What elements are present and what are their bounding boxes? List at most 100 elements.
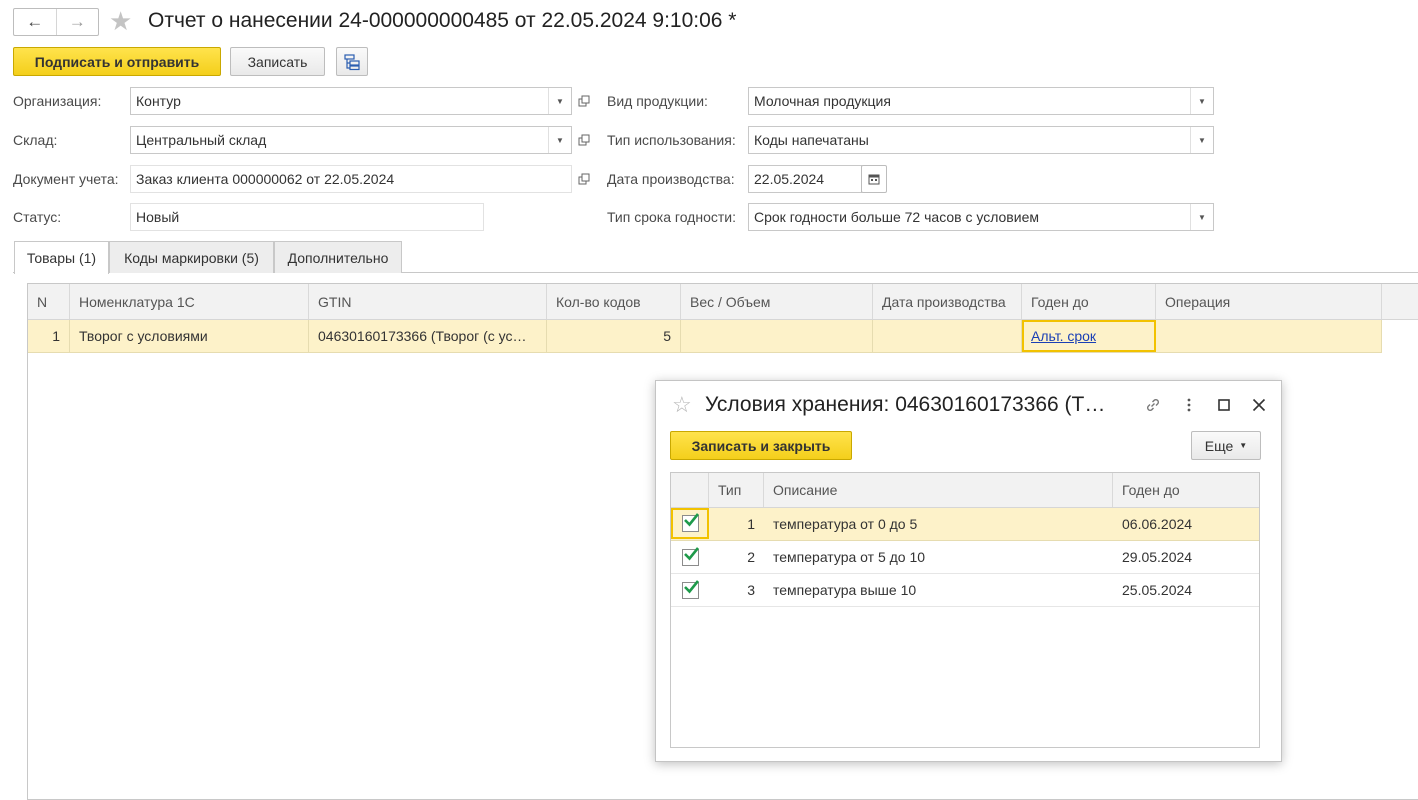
column-header-weight-volume[interactable]: Вес / Объем xyxy=(681,284,873,319)
column-header-codes-count[interactable]: Кол-во кодов xyxy=(547,284,681,319)
chevron-down-icon[interactable]: ▼ xyxy=(1190,127,1213,153)
product-type-value: Молочная продукция xyxy=(754,93,891,109)
maximize-icon[interactable] xyxy=(1213,394,1235,416)
more-button[interactable]: Еще ▼ xyxy=(1191,431,1261,460)
shelf-life-type-field[interactable]: Срок годности больше 72 часов с условием… xyxy=(748,203,1214,231)
chevron-down-icon: ▼ xyxy=(1239,441,1248,450)
open-window-icon xyxy=(578,134,590,146)
column-header-expiry[interactable]: Годен до xyxy=(1022,284,1156,319)
row-expiry-cell[interactable]: Альт. срок xyxy=(1022,320,1156,352)
row-expiry: 06.06.2024 xyxy=(1122,516,1193,532)
chevron-down-icon[interactable]: ▼ xyxy=(548,127,571,153)
tab-marking-codes[interactable]: Коды маркировки (5) xyxy=(109,241,274,273)
table-row[interactable]: 1 температура от 0 до 5 06.06.2024 xyxy=(671,508,1259,541)
favorite-star-icon[interactable]: ★ xyxy=(109,8,132,34)
table-row[interactable]: 3 температура выше 10 25.05.2024 xyxy=(671,574,1259,607)
row-check-cell[interactable] xyxy=(671,541,709,573)
nav-buttons: ← → xyxy=(13,8,99,36)
calendar-button[interactable] xyxy=(861,165,887,193)
chevron-down-icon[interactable]: ▼ xyxy=(1190,88,1213,114)
forward-button[interactable]: → xyxy=(55,9,99,35)
chevron-down-icon[interactable]: ▼ xyxy=(1190,204,1213,230)
column-header-expiry[interactable]: Годен до xyxy=(1113,473,1261,507)
row-type: 1 xyxy=(747,516,755,532)
save-and-close-button[interactable]: Записать и закрыть xyxy=(670,431,852,460)
warehouse-field[interactable]: Центральный склад ▼ xyxy=(130,126,572,154)
save-button[interactable]: Записать xyxy=(230,47,325,76)
storage-conditions-dialog: ☆ Условия хранения: 04630160173366 (Т… З… xyxy=(655,380,1282,762)
table-row[interactable]: 2 температура от 5 до 10 29.05.2024 xyxy=(671,541,1259,574)
organization-value: Контур xyxy=(136,93,181,109)
chevron-down-icon[interactable]: ▼ xyxy=(548,88,571,114)
conditions-table: Тип Описание Годен до 1 температура от 0… xyxy=(670,472,1260,748)
warehouse-label: Склад: xyxy=(13,132,58,148)
row-number: 1 xyxy=(28,320,70,352)
table-row[interactable]: 1 Творог с условиями 04630160173366 (Тво… xyxy=(28,320,1382,353)
row-expiry: 29.05.2024 xyxy=(1122,549,1193,565)
goods-table-header: N Номенклатура 1С GTIN Кол-во кодов Вес … xyxy=(28,284,1418,320)
row-weight-volume xyxy=(681,320,873,352)
hierarchy-icon xyxy=(344,53,360,70)
column-header-check[interactable] xyxy=(671,473,709,507)
row-check-cell[interactable] xyxy=(671,574,709,606)
row-check-cell[interactable] xyxy=(671,508,709,539)
production-date-field[interactable]: 22.05.2024 xyxy=(748,165,862,193)
back-button[interactable]: ← xyxy=(14,9,56,35)
open-document-button[interactable] xyxy=(573,166,595,192)
column-header-n[interactable]: N xyxy=(28,284,70,319)
row-type: 3 xyxy=(747,582,755,598)
more-vertical-icon[interactable] xyxy=(1178,394,1200,416)
column-header-description[interactable]: Описание xyxy=(764,473,1113,507)
checkbox[interactable] xyxy=(681,579,699,599)
row-description: температура от 0 до 5 xyxy=(773,516,918,532)
column-header-gtin[interactable]: GTIN xyxy=(309,284,547,319)
status-field: Новый xyxy=(130,203,484,231)
warehouse-value: Центральный склад xyxy=(136,132,267,148)
checkmark-icon xyxy=(683,546,699,560)
column-header-production-date[interactable]: Дата производства xyxy=(873,284,1022,319)
open-organization-button[interactable] xyxy=(573,88,595,114)
organization-field[interactable]: Контур ▼ xyxy=(130,87,572,115)
tab-goods[interactable]: Товары (1) xyxy=(14,241,109,274)
row-gtin: 04630160173366 (Творог (с ус… xyxy=(309,320,547,352)
row-nomenclature: Творог с условиями xyxy=(70,320,309,352)
checkbox[interactable] xyxy=(681,546,699,566)
checkmark-icon xyxy=(683,513,699,527)
open-warehouse-button[interactable] xyxy=(573,127,595,153)
row-description: температура выше 10 xyxy=(773,582,917,598)
checkmark-icon xyxy=(683,579,699,593)
usage-type-value: Коды напечатаны xyxy=(754,132,869,148)
row-codes-count: 5 xyxy=(547,320,681,352)
accounting-document-field[interactable]: Заказ клиента 000000062 от 22.05.2024 xyxy=(130,165,572,193)
accounting-document-label: Документ учета: xyxy=(13,171,119,187)
arrow-right-icon: → xyxy=(68,12,86,31)
close-icon[interactable] xyxy=(1248,394,1270,416)
row-description: температура от 5 до 10 xyxy=(773,549,926,565)
column-header-operation[interactable]: Операция xyxy=(1156,284,1382,319)
checkbox[interactable] xyxy=(681,513,699,532)
row-expiry: 25.05.2024 xyxy=(1122,582,1193,598)
column-header-type[interactable]: Тип xyxy=(709,473,764,507)
row-type: 2 xyxy=(747,549,755,565)
product-type-field[interactable]: Молочная продукция ▼ xyxy=(748,87,1214,115)
sign-and-send-button[interactable]: Подписать и отправить xyxy=(13,47,221,76)
favorite-star-icon[interactable]: ☆ xyxy=(672,392,692,418)
shelf-life-type-value: Срок годности больше 72 часов с условием xyxy=(754,209,1039,225)
conditions-table-header: Тип Описание Годен до xyxy=(671,473,1259,508)
open-window-icon xyxy=(578,173,590,185)
arrow-left-icon: ← xyxy=(26,12,44,31)
status-label: Статус: xyxy=(13,209,62,225)
structure-button[interactable] xyxy=(336,47,368,76)
usage-type-label: Тип использования: xyxy=(607,132,736,148)
organization-label: Организация: xyxy=(13,93,102,109)
accounting-document-value: Заказ клиента 000000062 от 22.05.2024 xyxy=(136,171,395,187)
calendar-icon xyxy=(868,174,880,185)
product-type-label: Вид продукции: xyxy=(607,93,708,109)
row-operation xyxy=(1156,320,1382,352)
production-date-label: Дата производства: xyxy=(607,171,735,187)
column-header-nomenclature[interactable]: Номенклатура 1С xyxy=(70,284,309,319)
alt-expiry-link[interactable]: Альт. срок xyxy=(1031,328,1096,344)
tab-additional[interactable]: Дополнительно xyxy=(274,241,402,273)
link-icon[interactable] xyxy=(1142,394,1164,416)
usage-type-field[interactable]: Коды напечатаны ▼ xyxy=(748,126,1214,154)
